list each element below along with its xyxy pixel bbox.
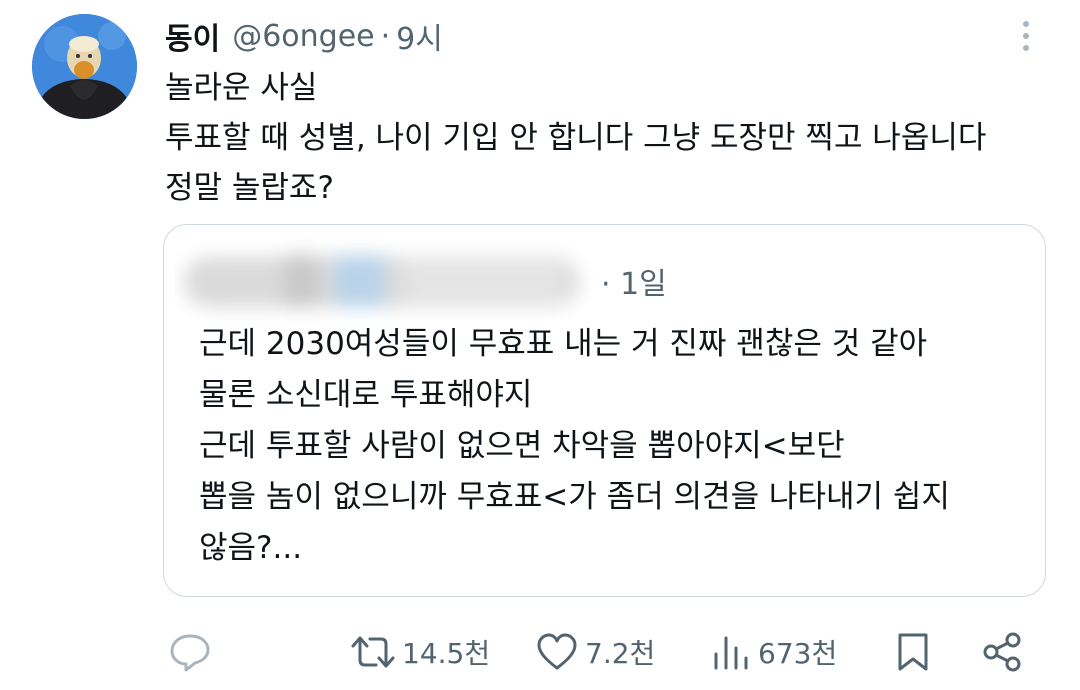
separator-dot: · bbox=[380, 18, 391, 54]
tweet-text: 놀라운 사실 투표할 때 성별, 나이 기입 안 합니다 그냥 도장만 찍고 나… bbox=[165, 63, 1045, 213]
views-button[interactable]: 673천 bbox=[710, 620, 837, 684]
tweet-line: 정말 놀랍죠? bbox=[165, 170, 334, 206]
views-icon bbox=[714, 636, 748, 670]
action-bar: 14.5천 7.2천 673천 bbox=[0, 620, 1080, 684]
tweet-header: 동이 @6ongee · 9시 bbox=[165, 14, 443, 58]
reply-icon bbox=[170, 634, 210, 672]
quote-time-value: 1일 bbox=[620, 267, 667, 302]
like-count: 7.2천 bbox=[585, 637, 656, 670]
quote-line: 근데 투표할 사람이 없으면 차악을 뽑아야지<보단 bbox=[199, 428, 845, 464]
separator-dot: · bbox=[601, 267, 611, 302]
quote-time: · 1일 bbox=[601, 259, 667, 303]
bookmark-icon bbox=[898, 633, 928, 671]
tweet-time[interactable]: 9시 bbox=[396, 14, 443, 58]
share-button[interactable] bbox=[980, 620, 1024, 684]
quote-line: 물론 소신대로 투표해야지 bbox=[199, 377, 533, 413]
author-name[interactable]: 동이 bbox=[165, 14, 220, 58]
retweet-count: 14.5천 bbox=[402, 637, 491, 670]
quote-line: 않음?... bbox=[199, 530, 303, 566]
heart-icon bbox=[537, 633, 577, 670]
quote-line: 근데 2030여성들이 무효표 내는 거 진짜 괜찮은 것 같아 bbox=[199, 326, 928, 362]
tweet-line: 투표할 때 성별, 나이 기입 안 합니다 그냥 도장만 찍고 나옵니다 bbox=[165, 120, 987, 156]
avatar[interactable] bbox=[32, 14, 137, 119]
retweet-button[interactable]: 14.5천 bbox=[350, 620, 490, 684]
retweet-icon bbox=[351, 636, 395, 668]
share-icon bbox=[983, 632, 1021, 672]
reply-button[interactable] bbox=[168, 620, 218, 684]
quote-text: 근데 2030여성들이 무효표 내는 거 진짜 괜찮은 것 같아 물론 소신대로… bbox=[199, 319, 950, 574]
author-handle[interactable]: @6ongee bbox=[232, 19, 374, 54]
blurred-author-info bbox=[184, 255, 579, 307]
views-count: 673천 bbox=[758, 637, 838, 670]
quoted-tweet[interactable]: · 1일 근데 2030여성들이 무효표 내는 거 진짜 괜찮은 것 같아 물론… bbox=[163, 224, 1046, 597]
more-options-icon[interactable] bbox=[1008, 16, 1044, 56]
avatar-image bbox=[32, 14, 137, 119]
bookmark-button[interactable] bbox=[893, 620, 933, 684]
quote-line: 뽑을 놈이 없으니까 무효표<가 좀더 의견을 나타내기 쉽지 bbox=[199, 479, 950, 515]
like-button[interactable]: 7.2천 bbox=[535, 620, 655, 684]
tweet-line: 놀라운 사실 bbox=[165, 70, 318, 106]
